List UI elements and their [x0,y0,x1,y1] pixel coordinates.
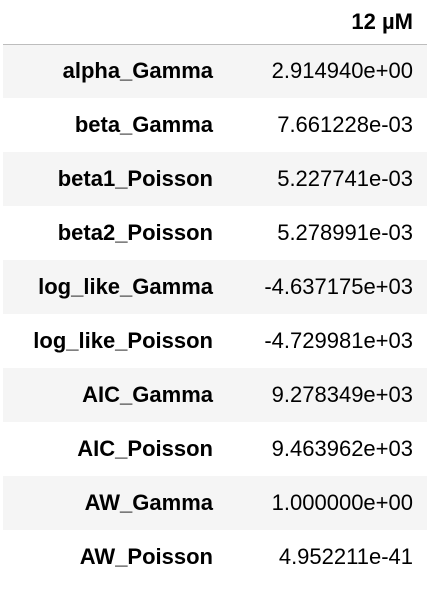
row-label: alpha_Gamma [62,58,213,84]
results-table: 12 µM alpha_Gamma 2.914940e+00 beta_Gamm… [3,0,427,584]
row-value: 5.278991e-03 [277,220,413,245]
table-row: beta1_Poisson 5.227741e-03 [3,152,427,206]
table-row: AIC_Poisson 9.463962e+03 [3,422,427,476]
table-body: alpha_Gamma 2.914940e+00 beta_Gamma 7.66… [3,44,427,584]
table-row: AW_Poisson 4.952211e-41 [3,530,427,584]
row-label: beta_Gamma [74,112,213,137]
row-label: log_like_Gamma [38,274,213,299]
row-value: -4.637175e+03 [264,274,413,299]
column-header-12uM: 12 µM [227,0,427,45]
row-label: AW_Gamma [84,490,213,515]
table-row: log_like_Poisson -4.729981e+03 [3,314,427,368]
row-label: AW_Poisson [79,544,213,569]
row-value: 5.227741e-03 [277,166,413,191]
table-row: beta_Gamma 7.661228e-03 [3,98,427,152]
table-row: beta2_Poisson 5.278991e-03 [3,206,427,260]
table-row: alpha_Gamma 2.914940e+00 [3,44,427,98]
row-label: beta1_Poisson [57,166,213,191]
table-row: log_like_Gamma -4.637175e+03 [3,260,427,314]
table-row: AIC_Gamma 9.278349e+03 [3,368,427,422]
table-row: AW_Gamma 1.000000e+00 [3,476,427,530]
row-value: 9.278349e+03 [271,382,413,407]
row-value: 1.000000e+00 [271,490,413,515]
header-row: 12 µM [3,0,427,45]
row-label: AIC_Poisson [77,436,213,461]
row-label: beta2_Poisson [57,220,213,245]
row-label: log_like_Poisson [33,328,213,353]
row-value: 9.463962e+03 [271,436,413,461]
row-value: 7.661228e-03 [277,112,413,137]
row-label: AIC_Gamma [82,382,213,407]
table-header: 12 µM [3,0,427,45]
row-value: 2.914940e+00 [271,58,413,84]
row-value: 4.952211e-41 [278,544,413,569]
row-value: -4.729981e+03 [264,328,413,353]
index-header [3,0,227,45]
